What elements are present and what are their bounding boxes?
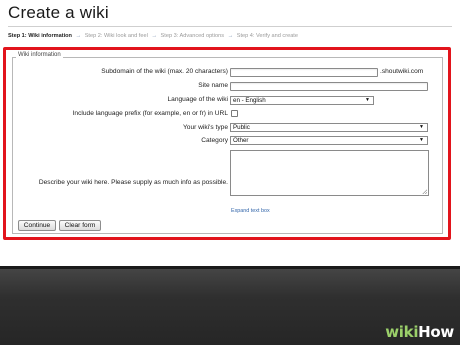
clear-form-button[interactable]: Clear form xyxy=(59,220,101,231)
category-selected-value: Other xyxy=(233,137,249,144)
fieldset-legend: Wiki information xyxy=(16,52,63,58)
language-selected-value: en - English xyxy=(233,97,266,104)
category-select[interactable]: Other ▼ xyxy=(230,136,428,145)
subdomain-label: Subdomain of the wiki (max. 20 character… xyxy=(101,68,228,75)
language-prefix-label: Include language prefix (for example, en… xyxy=(72,110,228,117)
band-top-line xyxy=(0,266,460,269)
title-divider xyxy=(8,26,452,27)
expand-text-box-link[interactable]: Expand text box xyxy=(231,208,270,214)
language-label: Language of the wiki xyxy=(167,96,229,103)
step-breadcrumb: Step 1: Wiki information → Step 2: Wiki … xyxy=(8,33,298,39)
chevron-down-icon: ▼ xyxy=(365,97,370,103)
site-name-input[interactable] xyxy=(230,82,428,91)
subdomain-input[interactable] xyxy=(230,68,378,77)
wiki-type-selected-value: Public xyxy=(233,124,250,131)
continue-button[interactable]: Continue xyxy=(18,220,56,231)
chevron-down-icon: ▼ xyxy=(419,137,424,143)
step-arrow-3: → xyxy=(227,33,234,39)
step-1-current: Step 1: Wiki information xyxy=(8,33,72,39)
watermark-part-1: wiki xyxy=(385,323,419,341)
site-name-label: Site name xyxy=(198,82,228,89)
wiki-type-select[interactable]: Public ▼ xyxy=(230,123,428,132)
watermark-part-2: How xyxy=(418,323,454,341)
description-textarea[interactable] xyxy=(230,150,429,196)
page-title: Create a wiki xyxy=(8,3,109,22)
step-arrow-2: → xyxy=(151,33,157,39)
category-label: Category xyxy=(201,137,228,144)
description-label: Describe your wiki here. Please supply a… xyxy=(38,179,228,186)
step-2: Step 2: Wiki look and feel xyxy=(84,33,148,39)
chevron-down-icon: ▼ xyxy=(419,124,424,130)
resize-grip-icon[interactable] xyxy=(422,189,427,194)
language-prefix-checkbox[interactable] xyxy=(231,110,238,117)
subdomain-suffix: .shoutwiki.com xyxy=(380,68,424,75)
language-select[interactable]: en - English ▼ xyxy=(230,96,374,105)
wiki-type-label: Your wiki's type xyxy=(183,124,228,131)
wikihow-watermark: wikiHow xyxy=(385,323,454,341)
step-4: Step 4: Verify and create xyxy=(236,33,298,39)
step-3: Step 3: Advanced options xyxy=(160,33,224,39)
step-arrow-1: → xyxy=(75,33,82,39)
